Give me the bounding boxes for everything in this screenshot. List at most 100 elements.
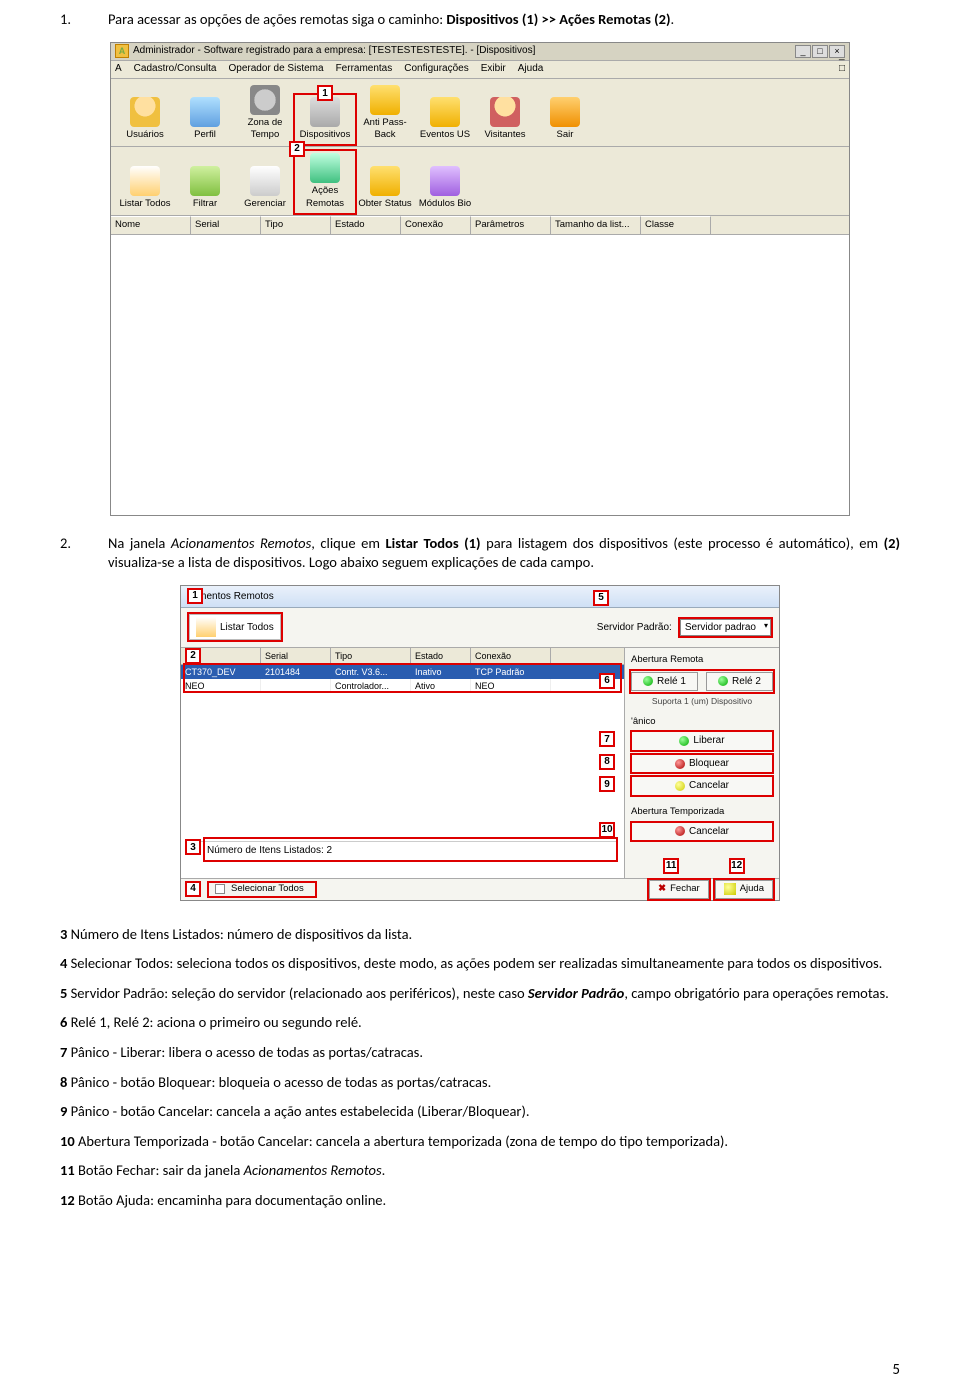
hl-listar <box>187 612 283 642</box>
callout-d3: 3 <box>185 839 201 855</box>
desc-7: 7 Pânico - Liberar: libera o acesso de t… <box>60 1043 900 1063</box>
listar-todos-button[interactable]: Listar Todos <box>189 614 281 640</box>
tb-eventos[interactable]: Eventos US <box>415 95 475 144</box>
window-title: Administrador - Software registrado para… <box>133 44 795 58</box>
col-classe[interactable]: Classe <box>641 216 711 234</box>
callout-d1: 1 <box>187 588 203 604</box>
mdi-maximize[interactable]: □ <box>839 62 845 76</box>
hl-cancelar <box>630 775 774 797</box>
callout-d5: 5 <box>593 590 609 606</box>
minimize-button[interactable]: _ <box>795 45 811 58</box>
col-estado[interactable]: Estado <box>331 216 401 234</box>
filter-icon <box>190 166 220 196</box>
desc-11: 11 Botão Fechar: sair da janela Acioname… <box>60 1161 900 1181</box>
col-nome[interactable]: Nome <box>111 216 191 234</box>
col2-serial[interactable]: Serial <box>261 648 331 664</box>
desc-4: 4 Selecionar Todos: seleciona todos os d… <box>60 954 900 974</box>
mdi-minimize[interactable]: _ <box>839 49 845 63</box>
hl-fechar <box>647 878 711 901</box>
col2-tipo[interactable]: Tipo <box>331 648 411 664</box>
servidor-padrao-select[interactable]: Servidor padrao <box>680 619 771 637</box>
num-itens-area: 3 Número de Itens Listados: 2 <box>187 841 618 858</box>
events-icon <box>430 97 460 127</box>
hl-rele <box>629 669 775 695</box>
callout-d10: 10 <box>599 822 615 838</box>
tb-modulos[interactable]: Módulos Bio <box>415 164 475 213</box>
desc-5: 5 Servidor Padrão: seleção do servidor (… <box>60 984 900 1004</box>
mdi-title: A Cadastro/Consulta Operador de Sistema … <box>111 61 849 79</box>
bloquear-button[interactable]: Bloquear <box>631 754 773 774</box>
page-number: 5 <box>892 1360 900 1380</box>
right-panel: Abertura Remota 6 Relé 1 Relé 2 Suporta … <box>624 648 779 878</box>
device-grid: 2 me Serial Tipo Estado Conexão CT370_DE… <box>181 648 624 878</box>
callout-d6: 6 <box>599 673 615 689</box>
grid-body <box>111 235 849 515</box>
profile-icon <box>190 97 220 127</box>
step-1-suffix: . <box>671 10 675 28</box>
step-2-num: 2. <box>60 534 80 573</box>
tb-apb[interactable]: Anti Pass-Back <box>355 83 415 145</box>
exit-icon <box>550 97 580 127</box>
tb-acoes-remotas[interactable]: Ações Remotas 2 <box>295 151 355 213</box>
menu-ajuda[interactable]: Ajuda <box>518 62 544 76</box>
dialog-main: 2 me Serial Tipo Estado Conexão CT370_DE… <box>181 648 779 878</box>
tb-usuarios[interactable]: Usuários <box>115 95 175 144</box>
timezone-icon <box>250 85 280 115</box>
col2-estado[interactable]: Estado <box>411 648 471 664</box>
col-param[interactable]: Parâmetros <box>471 216 551 234</box>
tb-visitantes[interactable]: Visitantes <box>475 95 535 144</box>
col2-conexao[interactable]: Conexão <box>471 648 551 664</box>
grid-columns: Nome Serial Tipo Estado Conexão Parâmetr… <box>111 216 849 235</box>
callout-d12: 12 <box>729 858 745 874</box>
menu-config[interactable]: Configurações <box>404 62 468 76</box>
hl-liberar <box>630 730 774 752</box>
app-icon: A <box>115 44 129 58</box>
menu-cadastro[interactable]: Cadastro/Consulta <box>134 62 217 76</box>
callout-d2: 2 <box>185 648 201 664</box>
hl-numitens <box>203 837 618 862</box>
tb-status[interactable]: Obter Status <box>355 164 415 213</box>
tb-filtrar[interactable]: Filtrar <box>175 164 235 213</box>
modules-icon <box>430 166 460 196</box>
hl-servidor <box>678 617 773 639</box>
menu-exibir[interactable]: Exibir <box>481 62 506 76</box>
tb-sair[interactable]: Sair <box>535 95 595 144</box>
tb-zona[interactable]: Zona de Tempo <box>235 83 295 145</box>
support-note: Suporta 1 (um) Dispositivo <box>629 694 775 713</box>
app-icon-inner: A <box>115 62 122 76</box>
status-icon <box>370 166 400 196</box>
callout-d8: 8 <box>599 754 615 770</box>
tb-perfil[interactable]: Perfil <box>175 95 235 144</box>
dialog-statusbar: 4 Selecionar Todos 11 ✖Fechar 12 Ajuda <box>181 878 779 900</box>
col-serial[interactable]: Serial <box>191 216 261 234</box>
callout-d7: 7 <box>599 731 615 747</box>
step-2-text: Na janela Acionamentos Remotos, clique e… <box>108 534 900 573</box>
toolbar-row-2: Listar Todos Filtrar Gerenciar Ações Rem… <box>111 147 849 216</box>
callout-d11: 11 <box>663 858 679 874</box>
menu-ferramentas[interactable]: Ferramentas <box>336 62 393 76</box>
desc-3: 3 Número de Itens Listados: número de di… <box>60 925 900 945</box>
desc-8: 8 Pânico - botão Bloquear: bloqueia o ac… <box>60 1073 900 1093</box>
abertura-temporizada-label: Abertura Temporizada <box>631 806 775 819</box>
col-tipo[interactable]: Tipo <box>261 216 331 234</box>
cancelar-temp-button[interactable]: Cancelar <box>631 822 773 842</box>
visitors-icon <box>490 97 520 127</box>
tb-gerenciar[interactable]: Gerenciar <box>235 164 295 213</box>
col-conexao[interactable]: Conexão <box>401 216 471 234</box>
callout-d4: 4 <box>185 881 201 897</box>
col-tamanho[interactable]: Tamanho da list... <box>551 216 641 234</box>
menu-operador[interactable]: Operador de Sistema <box>229 62 324 76</box>
desc-10: 10 Abertura Temporizada - botão Cancelar… <box>60 1132 900 1152</box>
apb-icon <box>370 85 400 115</box>
dialog-toolbar: Listar Todos Servidor Padrão: Servidor p… <box>181 608 779 648</box>
maximize-button[interactable]: □ <box>812 45 828 58</box>
title-bar-outer: A Administrador - Software registrado pa… <box>111 43 849 61</box>
tb-listar[interactable]: Listar Todos <box>115 164 175 213</box>
hl-ajuda <box>713 878 775 901</box>
panico-label: 'ânico <box>631 716 775 729</box>
screenshot-admin-window: A Administrador - Software registrado pa… <box>110 42 850 516</box>
cancelar-panico-button[interactable]: Cancelar <box>631 776 773 796</box>
liberar-button[interactable]: Liberar <box>631 731 773 751</box>
tb-dispositivos[interactable]: Dispositivos 1 <box>295 95 355 144</box>
manage-icon <box>250 166 280 196</box>
